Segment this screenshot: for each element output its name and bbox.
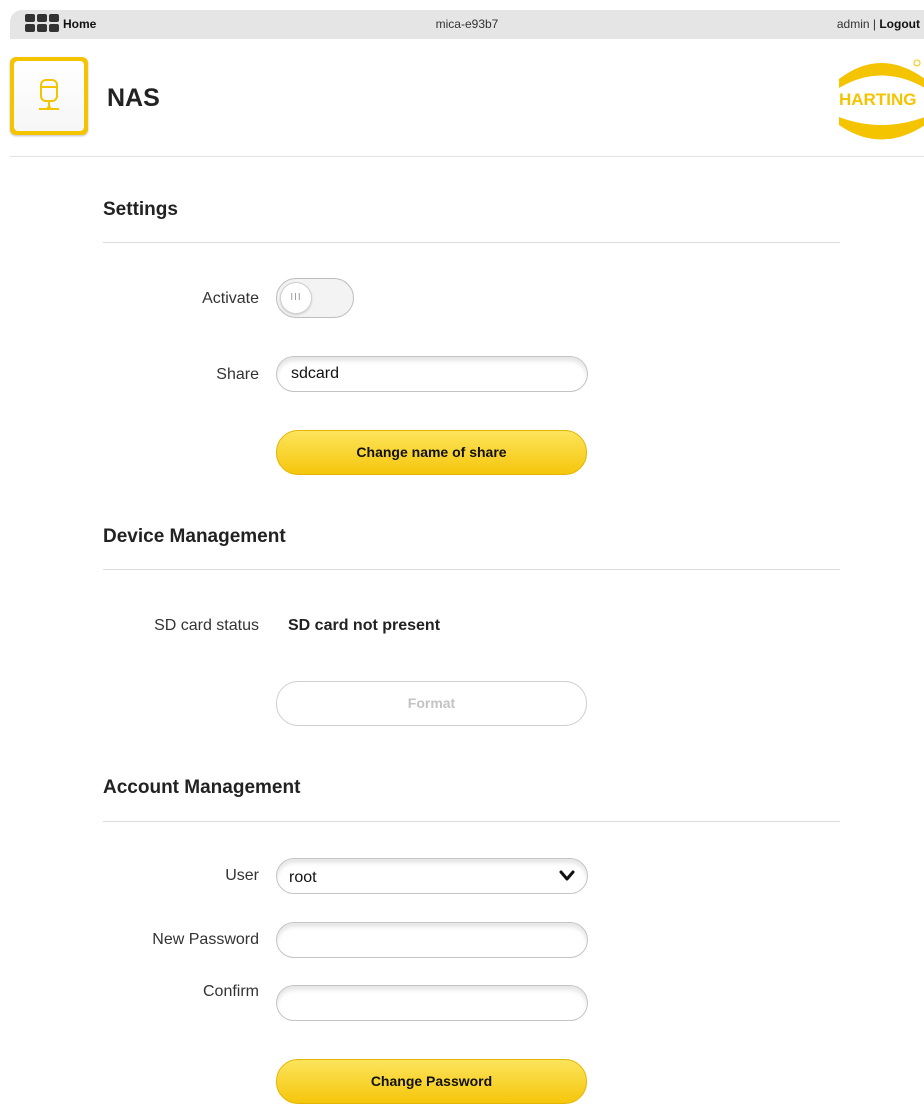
settings-title: Settings	[103, 199, 178, 220]
top-bar: Home mica-e93b7 admin | Logout	[10, 10, 924, 39]
sd-card-status-label: SD card status	[154, 617, 259, 634]
header-divider	[10, 156, 924, 157]
device-management-divider	[103, 569, 840, 570]
logo-wordmark: HARTING	[839, 90, 917, 109]
activate-label: Activate	[202, 290, 259, 307]
apps-grid-icon[interactable]	[25, 13, 61, 33]
nas-storage-icon	[39, 79, 59, 110]
account-management-divider	[103, 821, 840, 822]
page-title: NAS	[107, 84, 160, 112]
user-separator: |	[872, 17, 876, 31]
activate-toggle[interactable]: III	[276, 278, 354, 318]
user-label: User	[225, 867, 259, 884]
home-link[interactable]: Home	[63, 17, 96, 31]
user-area: admin | Logout	[837, 17, 920, 31]
chevron-down-icon[interactable]	[559, 869, 575, 883]
account-management-title: Account Management	[103, 777, 301, 798]
format-button[interactable]: Format	[276, 681, 587, 726]
new-password-input[interactable]	[276, 922, 588, 958]
device-name: mica-e93b7	[435, 17, 499, 31]
change-password-button[interactable]: Change Password	[276, 1059, 587, 1104]
device-management-title: Device Management	[103, 526, 286, 547]
share-label: Share	[216, 366, 259, 383]
share-input[interactable]	[276, 356, 588, 392]
toggle-knob[interactable]: III	[280, 282, 312, 314]
logout-link[interactable]: Logout	[879, 17, 920, 31]
change-share-name-button[interactable]: Change name of share	[276, 430, 587, 475]
user-select-value: root	[289, 869, 317, 886]
harting-logo: HARTING	[835, 55, 924, 148]
new-password-label: New Password	[152, 931, 259, 948]
settings-divider	[103, 242, 840, 243]
confirm-password-input[interactable]	[276, 985, 588, 1021]
user-select[interactable]: root	[276, 858, 588, 894]
sd-card-status-value: SD card not present	[288, 617, 441, 634]
current-user: admin	[836, 17, 870, 31]
app-tile	[10, 57, 88, 135]
confirm-label: Confirm	[202, 983, 259, 1000]
